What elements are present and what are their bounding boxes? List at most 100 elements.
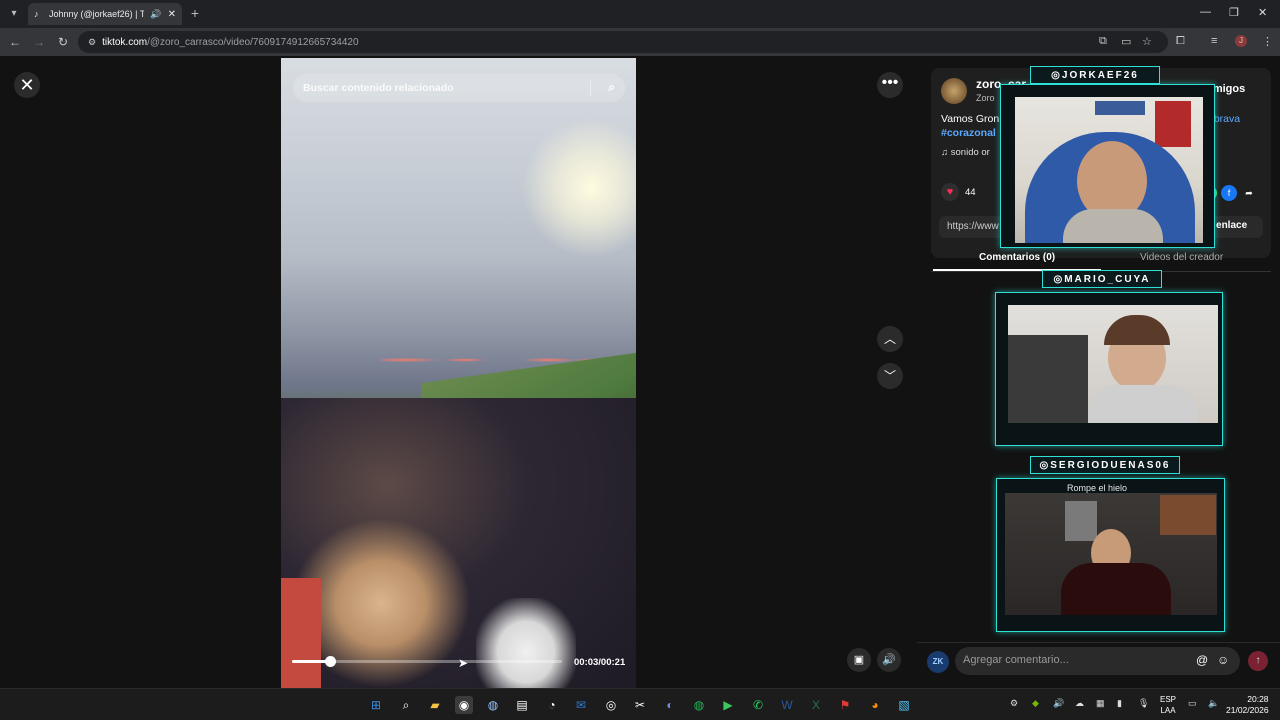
tab-search-icon[interactable]: ▾ [6, 6, 22, 22]
volume-icon[interactable]: 🔊 [877, 648, 901, 672]
sound-link[interactable]: ♫ sonido or [941, 147, 990, 158]
hashtag-link[interactable]: #corazonal [941, 127, 996, 139]
share-arrow-icon[interactable]: ➦ [1241, 185, 1257, 201]
capcut-icon[interactable]: ✂ [631, 696, 649, 714]
minimize-icon[interactable]: — [1200, 6, 1211, 18]
close-window-icon[interactable]: ✕ [1258, 6, 1267, 19]
translate-icon[interactable]: ⧉ [1099, 35, 1107, 48]
tab-title: Johnny (@jorkaef26) | TikTo [49, 9, 145, 19]
next-video-button[interactable]: ﹀ [877, 363, 903, 389]
tray-cloud-icon[interactable]: ☁ [1075, 698, 1084, 709]
url-path: /@zoro_carrasco/video/760917491266573442… [147, 36, 359, 48]
tab-comments[interactable]: Comentarios (0) [979, 252, 1055, 263]
video-crowd-shirt [476, 598, 576, 688]
video-glare [521, 118, 636, 258]
reading-list-icon[interactable]: ≡ [1211, 35, 1217, 47]
search-taskbar-icon[interactable]: ⌕ [397, 696, 415, 714]
tab-creator-videos[interactable]: Videos del creador [1140, 252, 1223, 263]
more-options-button[interactable]: ••• [877, 72, 903, 98]
start-icon[interactable]: ⊞ [367, 696, 385, 714]
file-explorer-icon[interactable]: ▰ [426, 696, 444, 714]
video-crowd-left [281, 578, 321, 688]
user-avatar[interactable]: ZK [927, 651, 949, 673]
like-button[interactable]: ♥ 44 [941, 183, 976, 201]
creator-avatar[interactable] [941, 78, 967, 104]
instagram-icon: ◎ [1039, 459, 1051, 471]
new-tab-icon[interactable]: + [188, 6, 202, 20]
emoji-icon[interactable]: ☺ [1217, 653, 1229, 667]
comment-bar: ZK Agregar comentario... @ ☺ ↑ [917, 642, 1280, 688]
close-video-button[interactable]: ✕ [14, 72, 40, 98]
extensions-icon[interactable]: ⧠ [1176, 35, 1185, 48]
webcam-overlay-1 [1000, 84, 1215, 248]
instagram-icon: ◎ [1051, 69, 1062, 81]
lang-top: ESP [1160, 695, 1177, 704]
address-bar[interactable]: ⚙ tiktok.com /@zoro_carrasco/video/76091… [78, 31, 1168, 53]
close-tab-icon[interactable]: ✕ [168, 9, 176, 20]
bookmark-star-icon[interactable]: ☆ [1142, 35, 1152, 48]
nvidia-icon[interactable]: ◆ [1032, 698, 1039, 709]
tray-app-icon[interactable]: ⚙ [1010, 698, 1018, 709]
clock-date: 21/02/2026 [1226, 705, 1269, 715]
browser-tab[interactable]: ♪ Johnny (@jorkaef26) | TikTo 🔊 ✕ [28, 3, 182, 25]
video-link-text: https://www [947, 221, 999, 232]
back-icon[interactable]: ← [8, 35, 22, 49]
creator-subtitle: Zoro [976, 93, 995, 103]
site-info-icon[interactable]: ⚙ [88, 37, 96, 48]
firefox-icon[interactable]: ◕ [866, 696, 884, 714]
spotify-icon[interactable]: ◍ [690, 696, 708, 714]
profile-avatar[interactable]: J [1235, 35, 1247, 47]
language-indicator[interactable]: ESP LAA [1160, 694, 1176, 716]
video-description: Vamos Gron [941, 113, 1000, 125]
panel-tabs: Comentarios (0) Videos del creador [931, 252, 1271, 272]
restore-icon[interactable]: ❐ [1229, 6, 1239, 19]
cam3-handle: ◎ SERGIODUENAS06 [1030, 456, 1180, 474]
hanging-clothes [1008, 335, 1088, 423]
windows-taskbar: ⊞ ⌕ ▰ ◉ ◍ ▤ ◔ ✉ ◎ ✂ ◐ ◍ ▶ ✆ W X ⚑ ◕ ▧ ⚙ … [0, 688, 1280, 720]
cast-icon[interactable]: ▭ [1121, 35, 1131, 48]
word-icon[interactable]: W [778, 696, 796, 714]
excel-icon[interactable]: X [807, 696, 825, 714]
previous-video-button[interactable]: ︿ [877, 326, 903, 352]
speaker-tray-icon[interactable]: 🔈 [1208, 698, 1219, 709]
whatsapp-taskbar-icon[interactable]: ✆ [749, 696, 767, 714]
tray-usb-icon[interactable]: ▮ [1117, 698, 1122, 709]
post-comment-button[interactable]: ↑ [1248, 651, 1268, 671]
instagram-icon: ◎ [1053, 273, 1065, 285]
network-icon[interactable]: ▭ [1188, 698, 1197, 709]
progress-knob[interactable] [324, 656, 336, 667]
video-player[interactable]: Buscar contenido relacionado ⌕ 00:03/00:… [281, 58, 636, 688]
discord-icon[interactable]: ◐ [661, 696, 679, 714]
acrobat-icon[interactable]: ⚑ [836, 696, 854, 714]
outlook-icon[interactable]: ✉ [572, 696, 590, 714]
poster [1155, 101, 1191, 147]
cam1-handle-text: JORKAEF26 [1061, 69, 1139, 81]
obs-icon[interactable]: ◎ [602, 696, 620, 714]
cam1-handle: ◎ JORKAEF26 [1030, 66, 1160, 84]
floating-player-icon[interactable]: ▣ [847, 648, 871, 672]
search-icon[interactable]: ⌕ [608, 80, 615, 95]
photos-icon[interactable]: ▧ [895, 696, 913, 714]
steam-icon[interactable]: ◍ [484, 696, 502, 714]
tab-strip: ▾ ♪ Johnny (@jorkaef26) | TikTo 🔊 ✕ + — … [0, 0, 1280, 28]
related-search-input[interactable]: Buscar contenido relacionado ⌕ [293, 74, 625, 102]
forward-icon[interactable]: → [32, 35, 46, 49]
streamer-body-2 [1088, 385, 1198, 423]
reload-icon[interactable]: ↻ [56, 35, 70, 49]
tray-chip-icon[interactable]: ▦ [1096, 698, 1105, 709]
system-clock[interactable]: 20:28 21/02/2026 [1226, 694, 1269, 716]
mention-icon[interactable]: @ [1196, 653, 1208, 667]
video-progress-bar[interactable] [292, 656, 562, 667]
chrome-icon[interactable]: ◉ [455, 696, 473, 714]
facebook-icon[interactable]: f [1221, 185, 1237, 201]
like-count: 44 [965, 186, 976, 198]
speaker-icon[interactable]: 🔊 [150, 9, 161, 20]
media-app-icon[interactable]: ◔ [543, 696, 561, 714]
streamer-hair-2 [1104, 315, 1170, 345]
tray-volume-icon[interactable]: 🔊 [1053, 698, 1064, 709]
game-app-icon[interactable]: ▶ [719, 696, 737, 714]
lang-bottom: LAA [1160, 706, 1176, 715]
epic-games-icon[interactable]: ▤ [513, 696, 531, 714]
microphone-icon[interactable]: 🎙 [1138, 698, 1149, 709]
browser-menu-icon[interactable]: ⋮ [1262, 35, 1273, 48]
